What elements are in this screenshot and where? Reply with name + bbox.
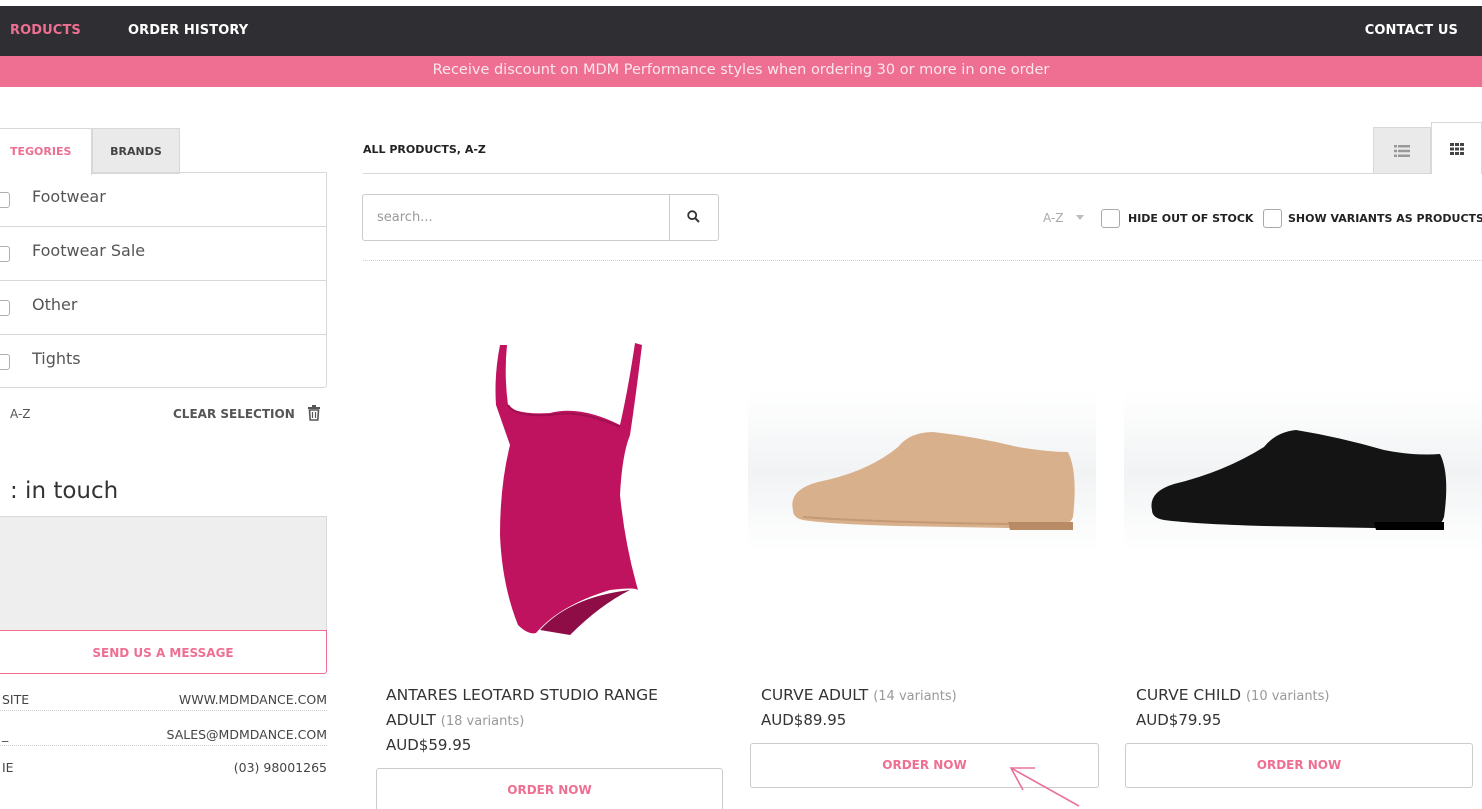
- category-label: Footwear Sale: [32, 241, 146, 260]
- category-label: Other: [32, 295, 78, 314]
- category-label: Tights: [32, 349, 81, 368]
- category-list: Footwear Footwear Sale Other Tights: [0, 172, 327, 388]
- product-image[interactable]: [470, 335, 655, 640]
- contact-row-email: _ SALES@MDMDANCE.COM: [0, 724, 327, 746]
- contact-website-link[interactable]: WWW.MDMDANCE.COM: [179, 692, 327, 707]
- category-item-footwear-sale[interactable]: Footwear Sale: [0, 227, 326, 281]
- nav-products[interactable]: RODUCTS: [10, 23, 81, 38]
- list-view-button[interactable]: [1373, 127, 1431, 173]
- message-textarea[interactable]: [0, 516, 327, 630]
- promo-banner: Receive discount on MDM Performance styl…: [0, 56, 1482, 87]
- category-sort[interactable]: A-Z: [10, 407, 31, 421]
- product-name[interactable]: CURVE ADULT (14 variants): [761, 683, 1081, 709]
- top-nav: RODUCTS ORDER HISTORY CONTACT US: [0, 6, 1482, 56]
- contact-label: SITE: [2, 692, 30, 707]
- annotation-arrow-icon: [1009, 767, 1080, 807]
- product-name[interactable]: CURVE CHILD (10 variants): [1136, 683, 1456, 709]
- show-variants-checkbox[interactable]: [1263, 209, 1282, 228]
- category-item-other[interactable]: Other: [0, 281, 326, 335]
- category-item-tights[interactable]: Tights: [0, 335, 326, 389]
- nav-contact-us[interactable]: CONTACT US: [1365, 23, 1458, 38]
- nav-order-history[interactable]: ORDER HISTORY: [128, 23, 248, 38]
- product-title[interactable]: CURVE CHILD: [1136, 686, 1241, 704]
- contact-email-link[interactable]: SALES@MDMDANCE.COM: [167, 727, 327, 742]
- contact-row-phone: IE (03) 98001265: [0, 757, 327, 779]
- product-title[interactable]: CURVE ADULT: [761, 686, 868, 704]
- show-variants-label[interactable]: SHOW VARIANTS AS PRODUCTS: [1288, 212, 1482, 225]
- product-variants: (18 variants): [440, 714, 525, 729]
- contact-row-website: SITE WWW.MDMDANCE.COM: [0, 689, 327, 711]
- product-image[interactable]: [1124, 392, 1482, 552]
- contact-label: IE: [2, 760, 14, 775]
- category-checkbox[interactable]: [0, 300, 10, 316]
- category-label: Footwear: [32, 187, 106, 206]
- caret-down-icon[interactable]: [1076, 215, 1084, 220]
- contact-phone[interactable]: (03) 98001265: [234, 760, 327, 775]
- grid-view-button[interactable]: [1431, 122, 1482, 174]
- contact-label: _: [2, 727, 9, 742]
- category-checkbox[interactable]: [0, 354, 10, 370]
- list-view-icon: [1394, 144, 1410, 157]
- product-price: AUD$79.95: [1136, 711, 1222, 729]
- tab-categories[interactable]: TEGORIES: [0, 128, 92, 175]
- divider: [363, 173, 1431, 174]
- send-message-button[interactable]: SEND US A MESSAGE: [0, 630, 327, 674]
- category-checkbox[interactable]: [0, 192, 10, 208]
- order-now-button[interactable]: ORDER NOW: [1125, 743, 1473, 788]
- product-variants: (10 variants): [1245, 689, 1330, 704]
- divider: [363, 260, 1482, 261]
- breadcrumb: ALL PRODUCTS, A-Z: [363, 143, 486, 156]
- tab-brands[interactable]: BRANDS: [92, 128, 180, 174]
- hide-out-of-stock-checkbox[interactable]: [1101, 209, 1120, 228]
- product-name[interactable]: ANTARES LEOTARD STUDIO RANGE ADULT (18 v…: [386, 683, 706, 734]
- search-box: [362, 194, 719, 241]
- product-variants: (14 variants): [873, 689, 957, 704]
- search-icon: [687, 210, 700, 223]
- category-item-footwear[interactable]: Footwear: [0, 173, 326, 227]
- order-now-button[interactable]: ORDER NOW: [376, 768, 723, 809]
- trash-icon[interactable]: [307, 405, 321, 421]
- search-button[interactable]: [670, 195, 718, 240]
- category-checkbox[interactable]: [0, 246, 10, 262]
- product-image[interactable]: [748, 392, 1096, 552]
- search-input[interactable]: [363, 195, 670, 240]
- grid-view-icon: [1449, 142, 1464, 155]
- product-price: AUD$89.95: [761, 711, 847, 729]
- clear-selection-button[interactable]: CLEAR SELECTION: [173, 407, 295, 421]
- hide-out-of-stock-label[interactable]: HIDE OUT OF STOCK: [1128, 212, 1253, 225]
- get-in-touch-heading: : in touch: [10, 478, 119, 504]
- sort-dropdown[interactable]: A-Z: [1043, 211, 1064, 225]
- product-price: AUD$59.95: [386, 736, 472, 754]
